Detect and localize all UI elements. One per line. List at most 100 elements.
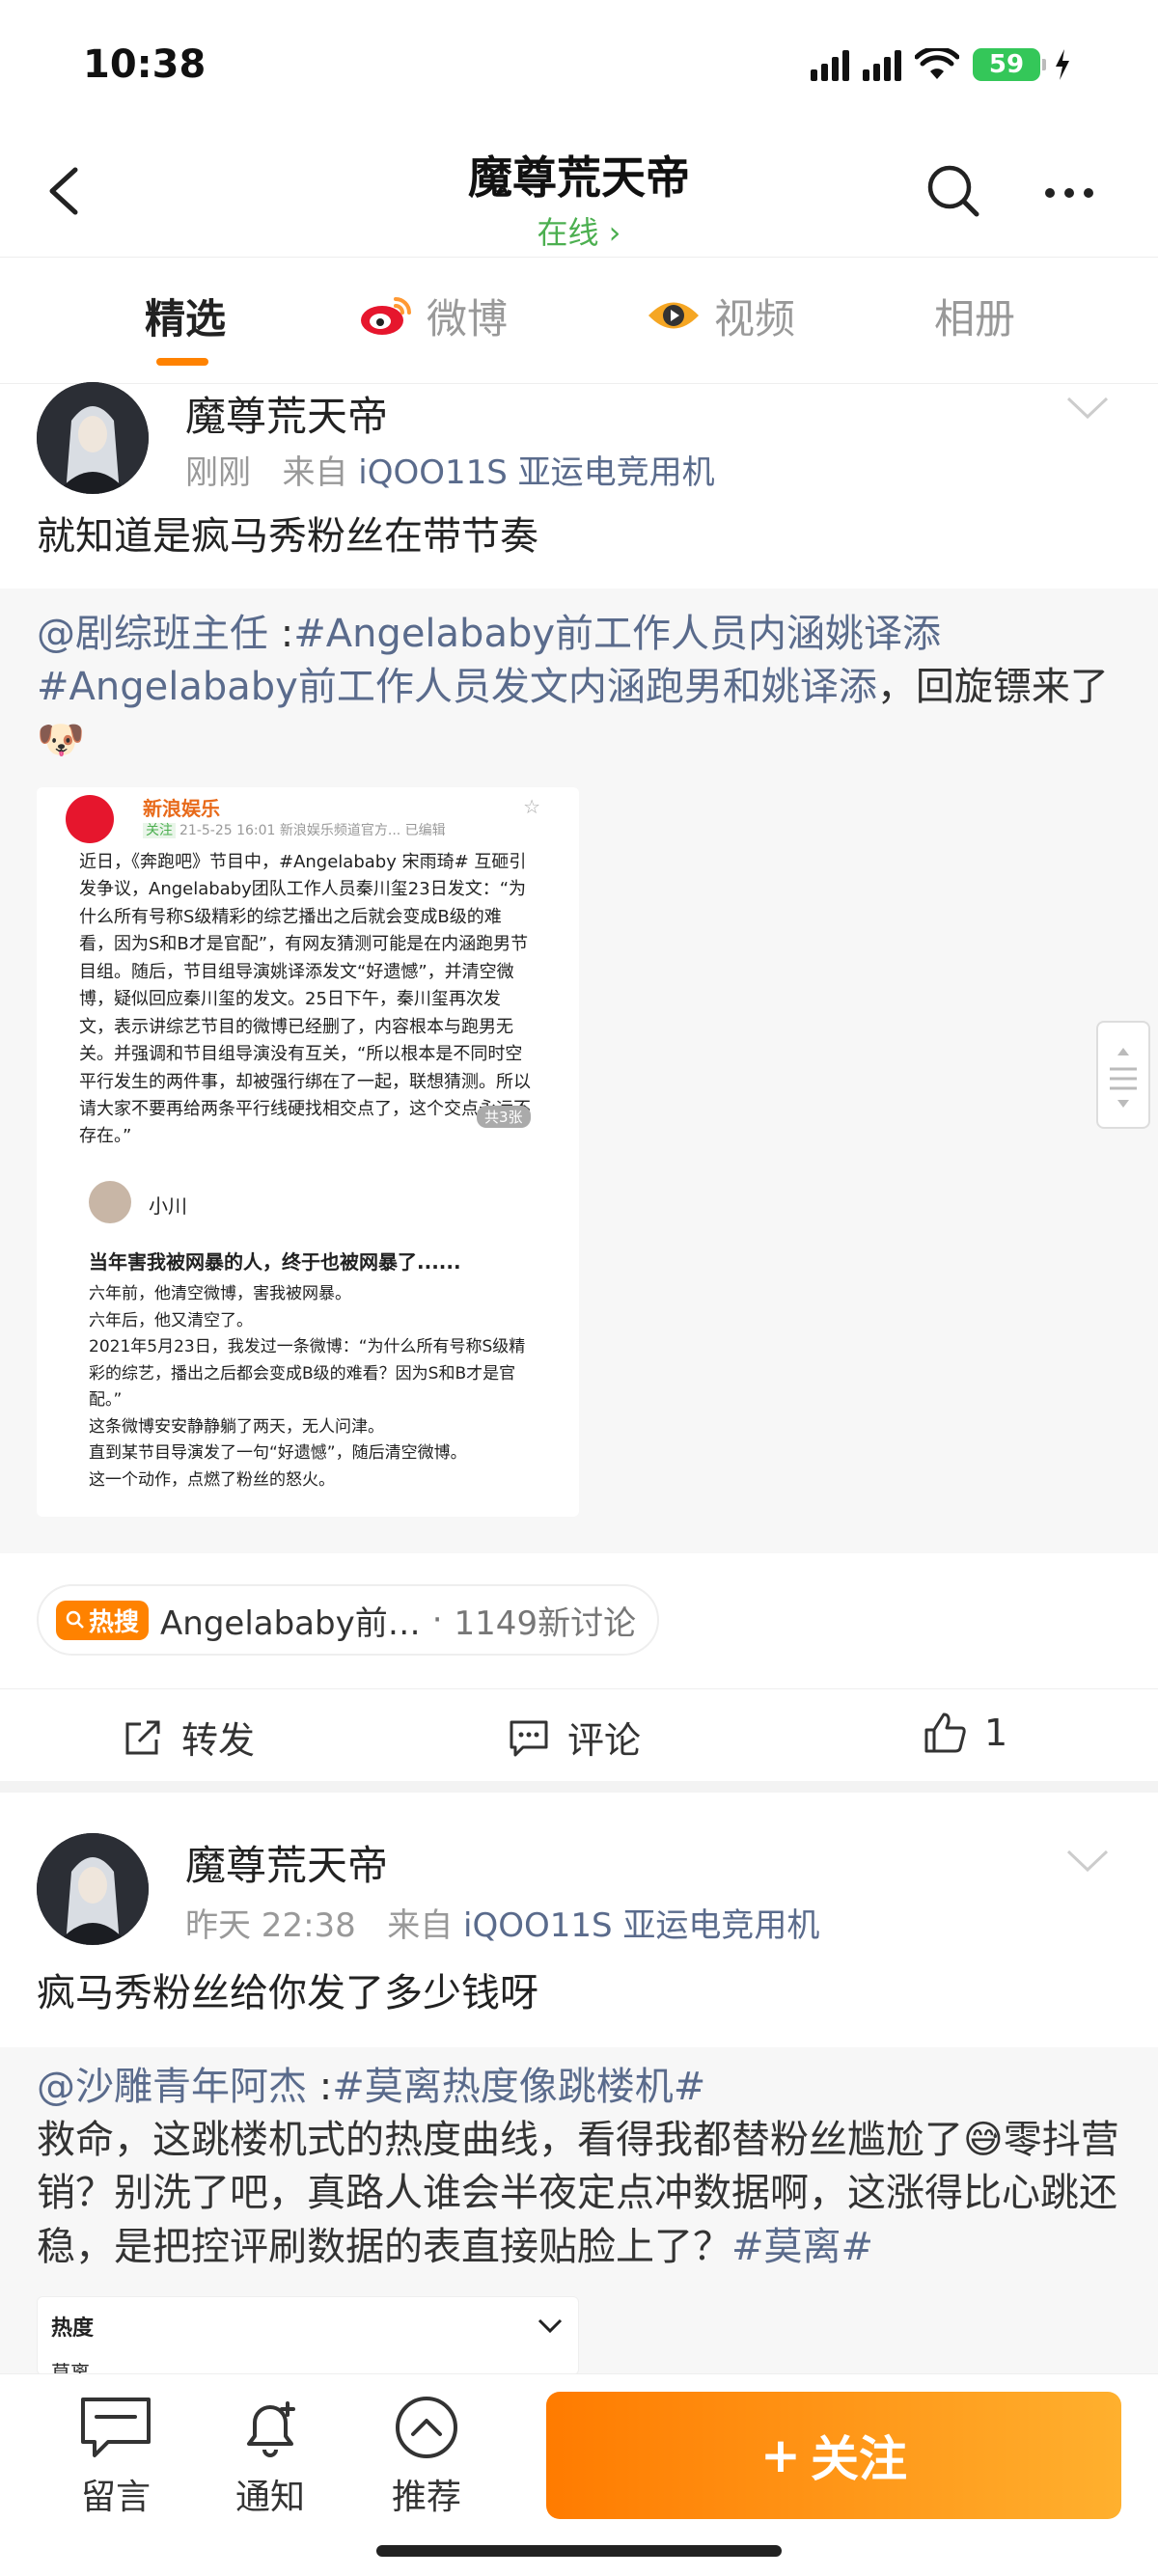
repost-author-link[interactable]: @沙雕青年阿杰 — [37, 2065, 307, 2109]
more-icon[interactable] — [1040, 174, 1098, 212]
repost-button[interactable]: 转发 — [122, 1711, 255, 1764]
hot-badge-label: 热搜 — [89, 1607, 140, 1637]
repost-topic-link-2[interactable]: #Angelababy前工作人员发文内涵跑男和姚译添 — [37, 665, 877, 709]
profile-header: 魔尊荒天帝 在线 › — [0, 135, 1158, 257]
battery-level: 59 — [988, 50, 1025, 79]
hot-separator: · — [431, 1601, 443, 1639]
post-action-bar: 转发 评论 1 — [0, 1688, 1158, 1793]
image-line: 这条微博安安静静躺了两天，无人问津。 — [89, 1416, 384, 1437]
sina-logo-icon — [66, 795, 114, 843]
post-time: 刚刚 — [185, 453, 251, 492]
post-text: 就知道是疯马秀粉丝在带节奏 — [37, 514, 538, 559]
star-icon: ☆ — [523, 795, 540, 818]
online-status-link[interactable]: 在线 › — [0, 208, 1158, 253]
image-follow-badge: 关注 — [143, 823, 176, 838]
hot-search-badge: 热搜 — [56, 1600, 150, 1640]
profile-tabs: 精选 微博 视频 相册 — [0, 257, 1158, 384]
image-meta: 关注 21-5-25 16:01 新浪娱乐频道官方... 已编辑 — [143, 820, 446, 839]
repost-topic-link-2[interactable]: #莫离# — [731, 2225, 873, 2269]
notify-label: 通知 — [234, 2478, 305, 2517]
chevron-down-icon[interactable] — [1065, 1849, 1110, 1874]
repost-topic-link[interactable]: #莫离热度像跳楼机# — [332, 2065, 705, 2109]
tab-weibo[interactable]: 微博 — [357, 287, 508, 344]
repost-text: @剧综班主任 :#Angelababy前工作人员内涵姚译添 #Angelabab… — [37, 608, 1129, 768]
image-line: 直到某节目导演发了一句“好遗憾”，随后清空微博。 — [89, 1443, 467, 1464]
post-card: 魔尊荒天帝 刚刚 来自 iQOO11S 亚运电竞用机 就知道是疯马秀粉丝在带节奏… — [0, 382, 1158, 1968]
image-line: 六年前，他清空微博，害我被网暴。 — [89, 1284, 351, 1303]
like-count: 1 — [984, 1712, 1008, 1754]
post-source-prefix: 来自 — [282, 453, 348, 492]
hot-search-chip[interactable]: 热搜 Angelababy前… · 1149新讨论 — [37, 1584, 660, 1656]
post-username[interactable]: 魔尊荒天帝 — [185, 1833, 388, 1892]
follow-button[interactable]: + 关注 — [546, 2392, 1121, 2519]
tab-featured[interactable]: 精选 — [145, 287, 226, 344]
active-tab-indicator — [156, 358, 208, 366]
user2-avatar — [89, 1181, 131, 1223]
plus-icon: + — [760, 2427, 801, 2483]
recommend-button[interactable]: 推荐 — [369, 2394, 484, 2519]
image-headline: 当年害我被网暴的人，终于也被网暴了...... — [89, 1250, 461, 1274]
post-source-prefix: 来自 — [387, 1906, 454, 1945]
tab-album-label: 相册 — [934, 294, 1016, 343]
tab-weibo-label: 微博 — [427, 294, 509, 343]
notify-button[interactable]: 通知 — [212, 2394, 328, 2519]
image-lines: 六年前，他清空微博，害我被网暴。 六年后，他又清空了。 2021年5月23日，我… — [89, 1281, 533, 1494]
post-text: 疯马秀粉丝给你发了多少钱呀 — [37, 1971, 538, 2015]
home-indicator[interactable] — [376, 2545, 782, 2557]
charging-icon — [1056, 49, 1069, 80]
battery-icon: 59 — [973, 48, 1046, 81]
image-line: 2021年5月23日，我发过一条微博：“为什么所有号称S级精彩的综艺，播出之后都… — [89, 1337, 526, 1411]
repost-image[interactable]: 新浪娱乐 关注 21-5-25 16:01 新浪娱乐频道官方... 已编辑 ☆ 近… — [37, 787, 579, 1517]
repost-author-link[interactable]: @剧综班主任 — [37, 612, 268, 656]
status-bar: 10:38 59 — [0, 0, 1158, 135]
tab-video[interactable]: 视频 — [645, 287, 795, 344]
heat-label: 热度 — [51, 2316, 95, 2341]
heat-chart-card[interactable]: 热度 莫离 — [37, 2296, 579, 2375]
status-icons: 59 — [811, 48, 1071, 81]
follow-label: 关注 — [810, 2431, 907, 2487]
comment-icon — [510, 1720, 548, 1756]
message-icon — [81, 2398, 151, 2457]
repost-block[interactable]: @剧综班主任 :#Angelababy前工作人员内涵姚译添 #Angelabab… — [0, 589, 1158, 1553]
title-block: 魔尊荒天帝 在线 › — [0, 143, 1158, 253]
chevron-down-icon[interactable] — [538, 2318, 563, 2334]
recommend-label: 推荐 — [391, 2478, 461, 2517]
search-small-icon — [66, 1610, 84, 1629]
message-button[interactable]: 留言 — [58, 2394, 174, 2519]
avatar[interactable] — [37, 382, 149, 494]
avatar[interactable] — [37, 1833, 149, 1945]
repost-text: @沙雕青年阿杰 :#莫离热度像跳楼机# 救命，这跳楼机式的热度曲线，看得我都替粉… — [37, 2061, 1129, 2274]
image-body: 近日，《奔跑吧》节目中，#Angelababy 宋雨琦# 互砸引发争议，Ange… — [79, 852, 531, 1147]
video-eye-icon — [648, 302, 699, 329]
comment-button[interactable]: 评论 — [508, 1711, 641, 1764]
repost-topic-link[interactable]: #Angelababy前工作人员内涵姚译添 — [293, 612, 941, 656]
repost-colon: : — [268, 612, 294, 656]
repost-block[interactable]: @沙雕青年阿杰 :#莫离热度像跳楼机# 救命，这跳楼机式的热度曲线，看得我都替粉… — [0, 2047, 1158, 2375]
like-button[interactable]: 1 — [923, 1711, 1007, 1755]
repost-label: 转发 — [181, 1719, 256, 1762]
image-count-badge: 共3张 — [477, 1106, 531, 1128]
post-card: 魔尊荒天帝 昨天 22:38 来自 iQOO11S 亚运电竞用机 疯马秀粉丝给你… — [0, 1833, 1158, 2375]
repost-colon: : — [307, 2065, 333, 2109]
post-username[interactable]: 魔尊荒天帝 — [185, 384, 388, 443]
avatar-image — [37, 1833, 149, 1945]
hot-topic: Angelababy前… — [160, 1603, 421, 1643]
post-source[interactable]: iQOO11S 亚运电竞用机 — [463, 1906, 819, 1945]
image-meta-text: 21-5-25 16:01 新浪娱乐频道官方... 已编辑 — [179, 823, 446, 838]
post-meta: 刚刚 来自 iQOO11S 亚运电竞用机 — [185, 446, 715, 493]
scroll-handle-icon — [1110, 1048, 1137, 1108]
page-title: 魔尊荒天帝 — [468, 151, 690, 204]
chevron-down-icon[interactable] — [1065, 396, 1110, 421]
scroll-handle[interactable] — [1096, 1021, 1150, 1129]
search-icon[interactable] — [924, 162, 982, 220]
post-time: 昨天 22:38 — [185, 1906, 356, 1945]
signal-icon — [811, 48, 849, 81]
tab-album[interactable]: 相册 — [934, 287, 1015, 344]
image-account-name: 新浪娱乐 — [143, 797, 220, 820]
signal-icon-2 — [863, 48, 901, 81]
post-meta: 昨天 22:38 来自 iQOO11S 亚运电竞用机 — [185, 1899, 819, 1946]
post-source[interactable]: iQOO11S 亚运电竞用机 — [358, 453, 714, 492]
thumbs-up-icon — [924, 1713, 966, 1753]
recommend-up-icon — [396, 2397, 457, 2458]
avatar-image — [37, 382, 149, 494]
